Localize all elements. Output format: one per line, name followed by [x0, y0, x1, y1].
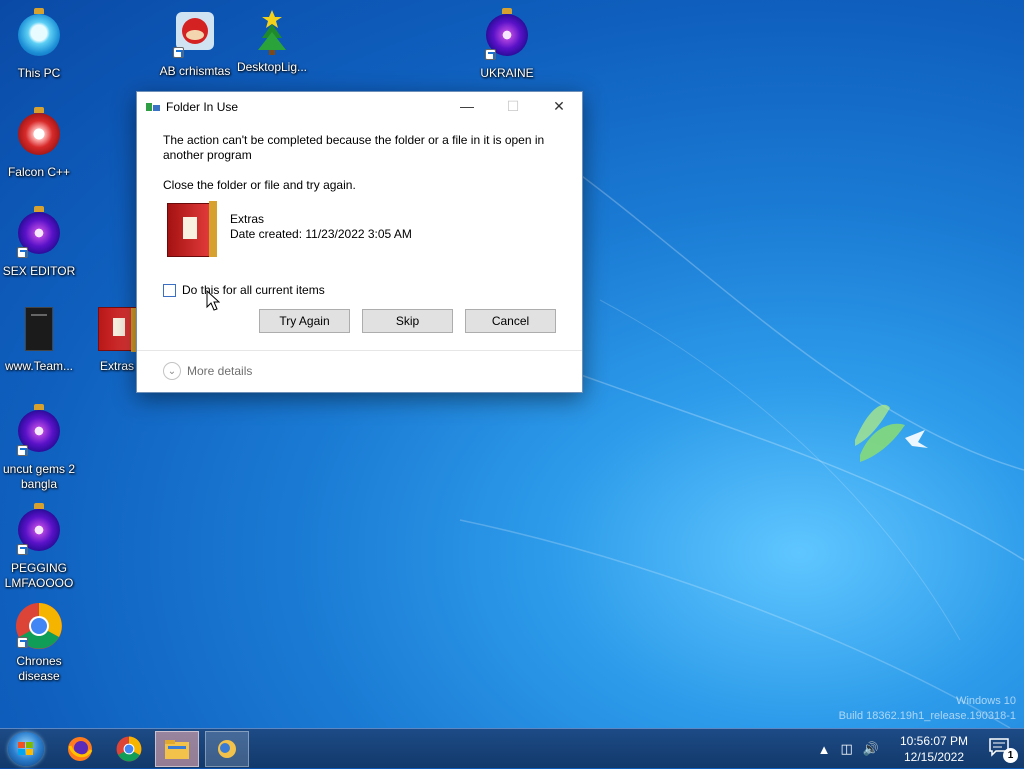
dialog-titlebar[interactable]: Folder In Use — ☐ ✕	[137, 92, 582, 121]
chrome-icon	[116, 736, 142, 762]
extras-folder-icon	[163, 199, 221, 261]
firefox-icon	[68, 737, 93, 761]
clock-time: 10:56:07 PM	[899, 734, 969, 748]
desktop-icon-label: PEGGING LMFAOOOO	[4, 561, 74, 590]
minimize-button[interactable]: —	[444, 92, 490, 120]
dialog-title: Folder In Use	[166, 99, 239, 114]
desktop-icon-label: Chrones disease	[16, 654, 62, 683]
executable-file-icon	[15, 307, 63, 355]
dialog-divider	[137, 350, 582, 351]
ornament-icon	[483, 8, 531, 62]
action-center-button[interactable]: 1	[988, 737, 1018, 763]
ornament-icon	[15, 404, 63, 458]
desktop-icon-pegging[interactable]: PEGGING LMFAOOOO	[0, 503, 78, 591]
apply-to-all-row[interactable]: Do this for all current items	[163, 283, 556, 297]
recycle-ornament-icon	[15, 107, 63, 161]
more-details-toggle[interactable]: ⌄ More details	[163, 362, 252, 380]
christmas-tree-icon	[248, 8, 296, 56]
chevron-down-icon: ⌄	[163, 362, 181, 380]
clock-date: 12/15/2022	[903, 750, 965, 764]
taskbar-firefox[interactable]	[58, 731, 102, 767]
folder-in-use-dialog: Folder In Use — ☐ ✕ The action can't be …	[136, 91, 583, 393]
file-move-icon	[146, 101, 160, 113]
apply-to-all-checkbox[interactable]	[163, 283, 176, 297]
desktop-icon-ab-crhismtas[interactable]: AB crhismtas	[156, 8, 234, 79]
taskbar-file-explorer[interactable]	[155, 731, 199, 767]
taskbar: ▲ ◫ 🔊 10:56:07 PM 12/15/2022 1	[0, 728, 1024, 768]
chevron-up-icon[interactable]: ▲	[818, 742, 831, 757]
desktop-icon-label: DesktopLig...	[236, 60, 308, 74]
windows-watermark: Windows 10 Build 18362.19h1_release.1903…	[839, 694, 1016, 724]
close-button[interactable]: ✕	[536, 92, 582, 120]
desktop-icon-this-pc[interactable]: This PC	[0, 8, 78, 81]
taskbar-folder-in-use[interactable]	[205, 731, 249, 767]
desktop-icon-desktoplights[interactable]: DesktopLig...	[233, 8, 311, 75]
skip-button[interactable]: Skip	[362, 309, 453, 333]
desktop-icon-ukraine[interactable]: UKRAINE	[468, 8, 546, 81]
notification-count-badge: 1	[1003, 748, 1018, 763]
desktop-icon-label: AB crhismtas	[159, 64, 231, 78]
mouse-cursor-icon	[206, 290, 220, 311]
watermark-line-1: Windows 10	[956, 695, 1016, 707]
this-pc-icon	[15, 8, 63, 62]
maximize-button: ☐	[490, 92, 536, 120]
maximize-icon: ☐	[506, 97, 520, 114]
windows-logo-icon	[18, 742, 34, 756]
desktop-icon-falcon-cpp[interactable]: Falcon C++	[0, 107, 78, 180]
ornament-icon	[15, 206, 63, 260]
desktop-icon-label: Falcon C++	[7, 165, 71, 179]
checkbox-label[interactable]: Do this for all current items	[182, 283, 325, 297]
desktop-icon-label: This PC	[17, 66, 61, 80]
volume-icon[interactable]: 🔊	[863, 741, 879, 757]
chrome-icon	[15, 602, 63, 650]
file-operation-icon	[218, 740, 236, 758]
desktop-icon-sex-editor[interactable]: SEX EDITOR	[0, 206, 78, 279]
angry-bird-icon	[171, 12, 219, 60]
try-again-button[interactable]: Try Again	[259, 309, 350, 333]
desktop-icon-label: UKRAINE	[480, 66, 534, 80]
ornament-icon	[15, 503, 63, 557]
desktop-icon-label: www.Team...	[4, 359, 73, 373]
desktop-icon-label: SEX EDITOR	[2, 264, 76, 278]
error-message: The action can't be completed because th…	[163, 133, 545, 162]
clock[interactable]: 10:56:07 PM 12/15/2022	[894, 733, 974, 765]
desktop-icon-chrones-disease[interactable]: Chrones disease	[0, 602, 78, 684]
desktop-icon-www-team[interactable]: www.Team...	[0, 305, 78, 374]
file-name: Extras	[230, 212, 265, 226]
more-details-label: More details	[187, 364, 253, 378]
desktop-icon-uncut-gems[interactable]: uncut gems 2 bangla	[0, 404, 78, 492]
close-icon: ✕	[553, 97, 565, 114]
extras-folder-icon	[93, 307, 141, 355]
start-button[interactable]	[8, 732, 44, 766]
cancel-button[interactable]: Cancel	[465, 309, 556, 333]
minimize-icon: —	[460, 98, 474, 114]
instruction-text: Close the folder or file and try again.	[163, 178, 356, 192]
file-date-created: Date created: 11/23/2022 3:05 AM	[230, 227, 412, 241]
watermark-line-2: Build 18362.19h1_release.190318-1	[838, 710, 1016, 722]
system-tray: ▲ ◫ 🔊 10:56:07 PM 12/15/2022 1	[813, 729, 1024, 769]
taskbar-chrome[interactable]	[107, 731, 151, 767]
folder-icon	[165, 740, 189, 759]
network-icon[interactable]: ◫	[841, 741, 853, 757]
desktop-icon-label: uncut gems 2 bangla	[2, 462, 76, 491]
